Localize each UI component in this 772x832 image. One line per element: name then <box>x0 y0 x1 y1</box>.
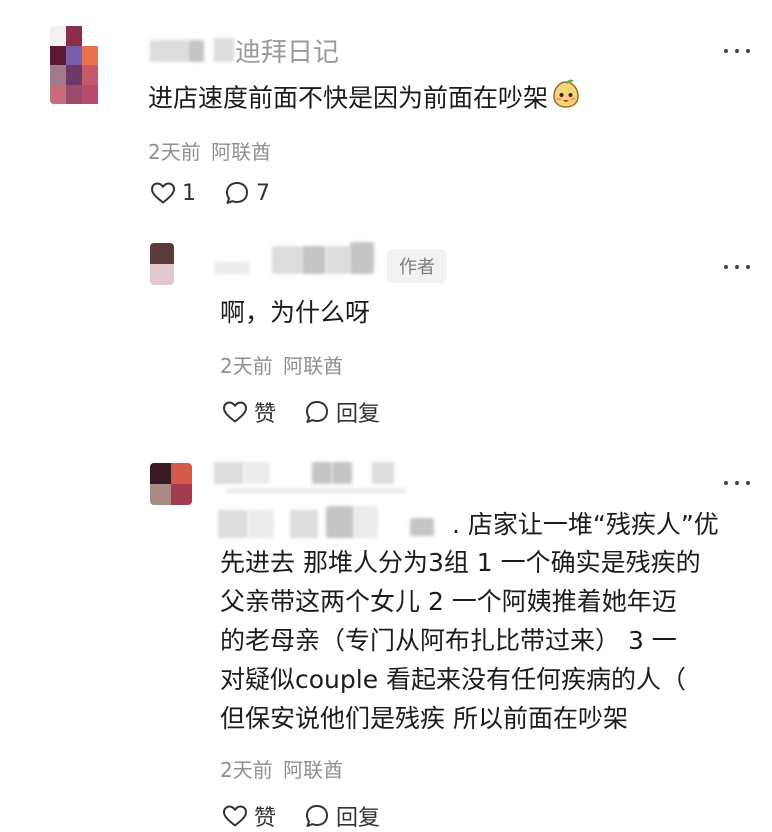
comment-text: 啊，为什么呀 <box>220 298 371 327</box>
comment-bubble-icon <box>306 805 329 827</box>
reply-button[interactable]: 7 <box>224 180 270 206</box>
location: 阿联酋 <box>211 140 272 164</box>
author-badge: 作者 <box>387 249 447 283</box>
avatar[interactable] <box>150 463 192 505</box>
username-suffix[interactable]: 迪拜日记 <box>235 32 339 69</box>
avatar[interactable] <box>150 243 174 285</box>
comment-actions: 赞 回复 <box>222 396 408 428</box>
mango-emoji-icon <box>550 78 582 121</box>
heart-outline-icon <box>223 401 247 423</box>
timestamp: 2天前 <box>148 140 201 164</box>
like-button[interactable]: 1 <box>150 181 196 206</box>
comment-bubble-icon <box>226 182 248 204</box>
comment-text-line-3: 父亲带这两个女儿 2 一个阿姨推着她年迈 <box>220 587 677 616</box>
reply-button[interactable]: 回复 <box>304 396 380 428</box>
like-label: 赞 <box>254 402 277 427</box>
heart-outline-icon <box>223 805 247 827</box>
reply-label: 回复 <box>336 402 381 427</box>
avatar[interactable] <box>50 26 114 104</box>
location: 阿联酋 <box>283 354 344 378</box>
reply-count: 7 <box>256 180 270 206</box>
timestamp: 2天前 <box>220 354 273 378</box>
more-options-icon[interactable] <box>724 478 752 488</box>
heart-outline-icon <box>151 182 175 204</box>
like-label: 赞 <box>254 806 277 831</box>
more-options-icon[interactable] <box>724 46 752 56</box>
reply-label: 回复 <box>336 806 381 831</box>
timestamp: 2天前 <box>220 758 273 782</box>
comment-actions: 赞 回复 <box>222 800 408 832</box>
comment-meta: 2天前 阿联酋 <box>220 754 343 783</box>
comment-meta: 2天前 阿联酋 <box>220 350 343 379</box>
reply-button[interactable]: 回复 <box>304 800 380 832</box>
more-options-icon[interactable] <box>724 262 752 272</box>
location: 阿联酋 <box>283 758 344 782</box>
comment-text-line-2: 先进去 那堆人分为3组 1 一个确实是残疾的 <box>220 548 701 577</box>
like-count: 1 <box>182 180 196 206</box>
like-button[interactable]: 赞 <box>222 800 276 832</box>
comment-text-line-5: 对疑似couple 看起来没有任何疾病的人（ <box>220 665 687 694</box>
comment-bubble-icon <box>306 401 329 423</box>
comment-text: 进店速度前面不快是因为前面在吵架 <box>148 78 582 121</box>
comment-actions: 1 7 <box>150 180 298 206</box>
comment-text-line-1: . 店家让一堆“残疾人”优 <box>452 510 719 539</box>
comment-meta: 2天前 阿联酋 <box>148 136 271 165</box>
comment-text-line-6: 但保安说他们是残疾 所以前面在吵架 <box>220 704 628 733</box>
comment-text-line-4: 的老母亲（专门从阿布扎比带过来） 3 一 <box>220 626 677 655</box>
like-button[interactable]: 赞 <box>222 396 276 428</box>
